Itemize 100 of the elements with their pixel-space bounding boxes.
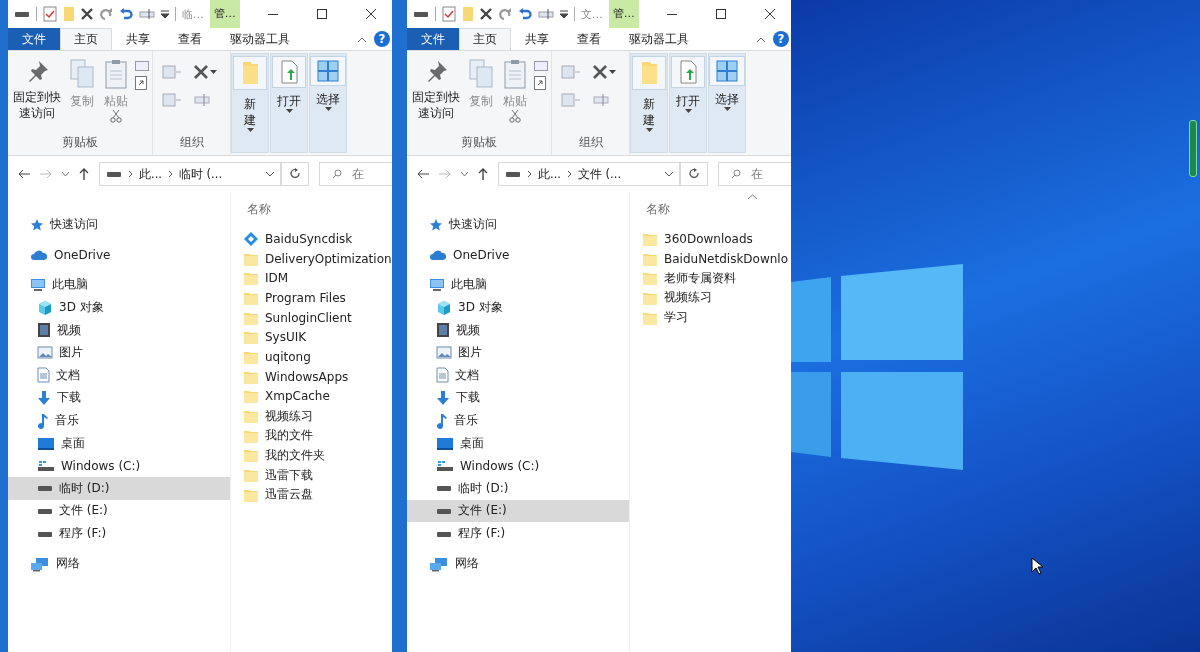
redo-icon[interactable] [98, 8, 113, 20]
file-item[interactable]: 学习 [642, 307, 791, 328]
back-arrow-icon[interactable] [417, 169, 429, 179]
redo-icon[interactable] [497, 8, 512, 20]
ribbon-tab[interactable]: 共享 [112, 28, 164, 50]
file-menu-tab[interactable]: 文件 [407, 28, 459, 50]
file-item[interactable]: 我的文件 [243, 425, 392, 446]
nav-item[interactable]: 3D 对象 [407, 296, 629, 319]
file-item[interactable]: 视频练习 [642, 288, 791, 308]
rename-icon[interactable] [537, 8, 554, 20]
context-tab-header[interactable]: 管… [209, 0, 240, 28]
customize-toolbar-icon[interactable] [559, 10, 568, 18]
delete-icon[interactable] [593, 65, 607, 79]
column-header[interactable]: 名称 [247, 202, 392, 220]
file-item[interactable]: SysUIK [243, 327, 392, 348]
ribbon-tab[interactable]: 主页 [459, 28, 511, 50]
paste-shortcut-icon[interactable] [534, 76, 546, 90]
nav-item[interactable]: 3D 对象 [8, 296, 230, 319]
ribbon-tab[interactable]: 主页 [60, 28, 112, 50]
nav-item[interactable]: 视频 [8, 318, 230, 342]
nav-item[interactable]: 图片 [8, 341, 230, 365]
back-arrow-icon[interactable] [18, 169, 30, 179]
file-item[interactable]: BaiduNetdiskDownlo [642, 248, 791, 269]
ribbon-tab[interactable]: 驱动器工具 [615, 28, 703, 50]
nav-item[interactable]: 程序 (F:) [8, 522, 230, 545]
collapse-ribbon-icon[interactable] [757, 36, 765, 42]
nav-item[interactable]: 文档 [407, 364, 629, 387]
address-bar[interactable]: 此... 临时 (... [99, 162, 281, 186]
refresh-button[interactable] [680, 162, 708, 186]
delete-icon[interactable] [80, 8, 93, 20]
customize-toolbar-icon[interactable] [160, 10, 169, 18]
nav-item[interactable]: Windows (C:) [407, 454, 629, 478]
copy-path-icon[interactable] [135, 61, 149, 71]
up-arrow-icon[interactable] [79, 168, 89, 180]
nav-item[interactable]: 快速访问 [407, 213, 629, 237]
scissors-icon[interactable] [509, 109, 521, 124]
delete-icon[interactable] [194, 65, 208, 79]
collapse-ribbon-icon[interactable] [358, 36, 366, 42]
nav-item[interactable]: 图片 [407, 341, 629, 365]
file-item[interactable]: WindowsApps [243, 366, 392, 387]
delete-icon[interactable] [479, 8, 492, 20]
nav-item[interactable]: OneDrive [407, 243, 629, 267]
nav-item[interactable]: 视频 [407, 318, 629, 342]
ribbon-tab[interactable]: 查看 [164, 28, 216, 50]
file-item[interactable]: uqitong [243, 347, 392, 367]
file-item[interactable]: IDM [243, 268, 392, 289]
copy-path-icon[interactable] [534, 61, 548, 71]
nav-item[interactable]: 下载 [8, 386, 230, 410]
rename-icon[interactable] [593, 93, 609, 107]
undo-icon[interactable] [517, 7, 532, 21]
file-item[interactable]: 我的文件夹 [243, 445, 392, 466]
rename-icon[interactable] [194, 93, 210, 107]
nav-item[interactable]: 文件 (E:) [8, 499, 230, 523]
ribbon-button[interactable]: 固定到快速访问 [410, 55, 462, 122]
file-item[interactable]: SunloginClient [243, 307, 392, 328]
ribbon-tab[interactable]: 共享 [511, 28, 563, 50]
nav-item[interactable]: 下载 [407, 386, 629, 410]
nav-item[interactable]: 桌面 [407, 431, 629, 455]
nav-item[interactable]: 临时 (D:) [407, 477, 629, 500]
file-menu-tab[interactable]: 文件 [8, 28, 60, 50]
recent-locations-icon[interactable] [461, 171, 468, 177]
nav-item[interactable]: 临时 (D:) [8, 477, 230, 500]
refresh-button[interactable] [281, 162, 309, 186]
nav-item[interactable]: 快速访问 [8, 213, 230, 237]
help-button[interactable]: ? [773, 31, 789, 47]
scissors-icon[interactable] [110, 109, 122, 124]
file-item[interactable]: Program Files [243, 288, 392, 308]
file-item[interactable]: 老师专属资料 [642, 268, 791, 289]
ribbon-tab[interactable]: 驱动器工具 [216, 28, 304, 50]
nav-item[interactable]: 此电脑 [8, 273, 230, 297]
recent-locations-icon[interactable] [62, 171, 69, 177]
properties-icon[interactable] [441, 6, 456, 22]
undo-icon[interactable] [118, 7, 133, 21]
nav-item[interactable]: 程序 (F:) [407, 522, 629, 545]
nav-item[interactable]: Windows (C:) [8, 454, 230, 478]
up-arrow-icon[interactable] [478, 168, 488, 180]
nav-item[interactable]: 网络 [8, 552, 230, 575]
file-item[interactable]: XmpCache [243, 386, 392, 407]
properties-icon[interactable] [42, 6, 57, 22]
nav-item[interactable]: 文档 [8, 364, 230, 387]
file-item[interactable]: 360Downloads [642, 229, 791, 249]
rename-icon[interactable] [138, 8, 155, 20]
breadcrumb-segment[interactable]: 此... [139, 166, 162, 182]
context-tab-header[interactable]: 管… [608, 0, 639, 28]
file-item[interactable]: 视频练习 [243, 406, 392, 426]
nav-item[interactable]: 文件 (E:) [407, 499, 629, 523]
file-item[interactable]: 迅雷云盘 [243, 484, 392, 505]
ribbon-button[interactable]: 固定到快速访问 [11, 55, 63, 122]
file-item[interactable]: 迅雷下载 [243, 465, 392, 485]
breadcrumb-segment[interactable]: 此... [538, 166, 561, 182]
nav-item[interactable]: 音乐 [407, 409, 629, 432]
nav-item[interactable]: 桌面 [8, 431, 230, 455]
help-button[interactable]: ? [374, 31, 390, 47]
paste-shortcut-icon[interactable] [135, 76, 147, 90]
column-header[interactable]: 名称 [646, 202, 791, 220]
breadcrumb-segment[interactable]: 文件 (... [577, 166, 622, 182]
address-bar[interactable]: 此... 文件 (... [498, 162, 680, 186]
nav-item[interactable]: 网络 [407, 552, 629, 575]
file-item[interactable]: DeliveryOptimization [243, 248, 392, 269]
ribbon-tab[interactable]: 查看 [563, 28, 615, 50]
